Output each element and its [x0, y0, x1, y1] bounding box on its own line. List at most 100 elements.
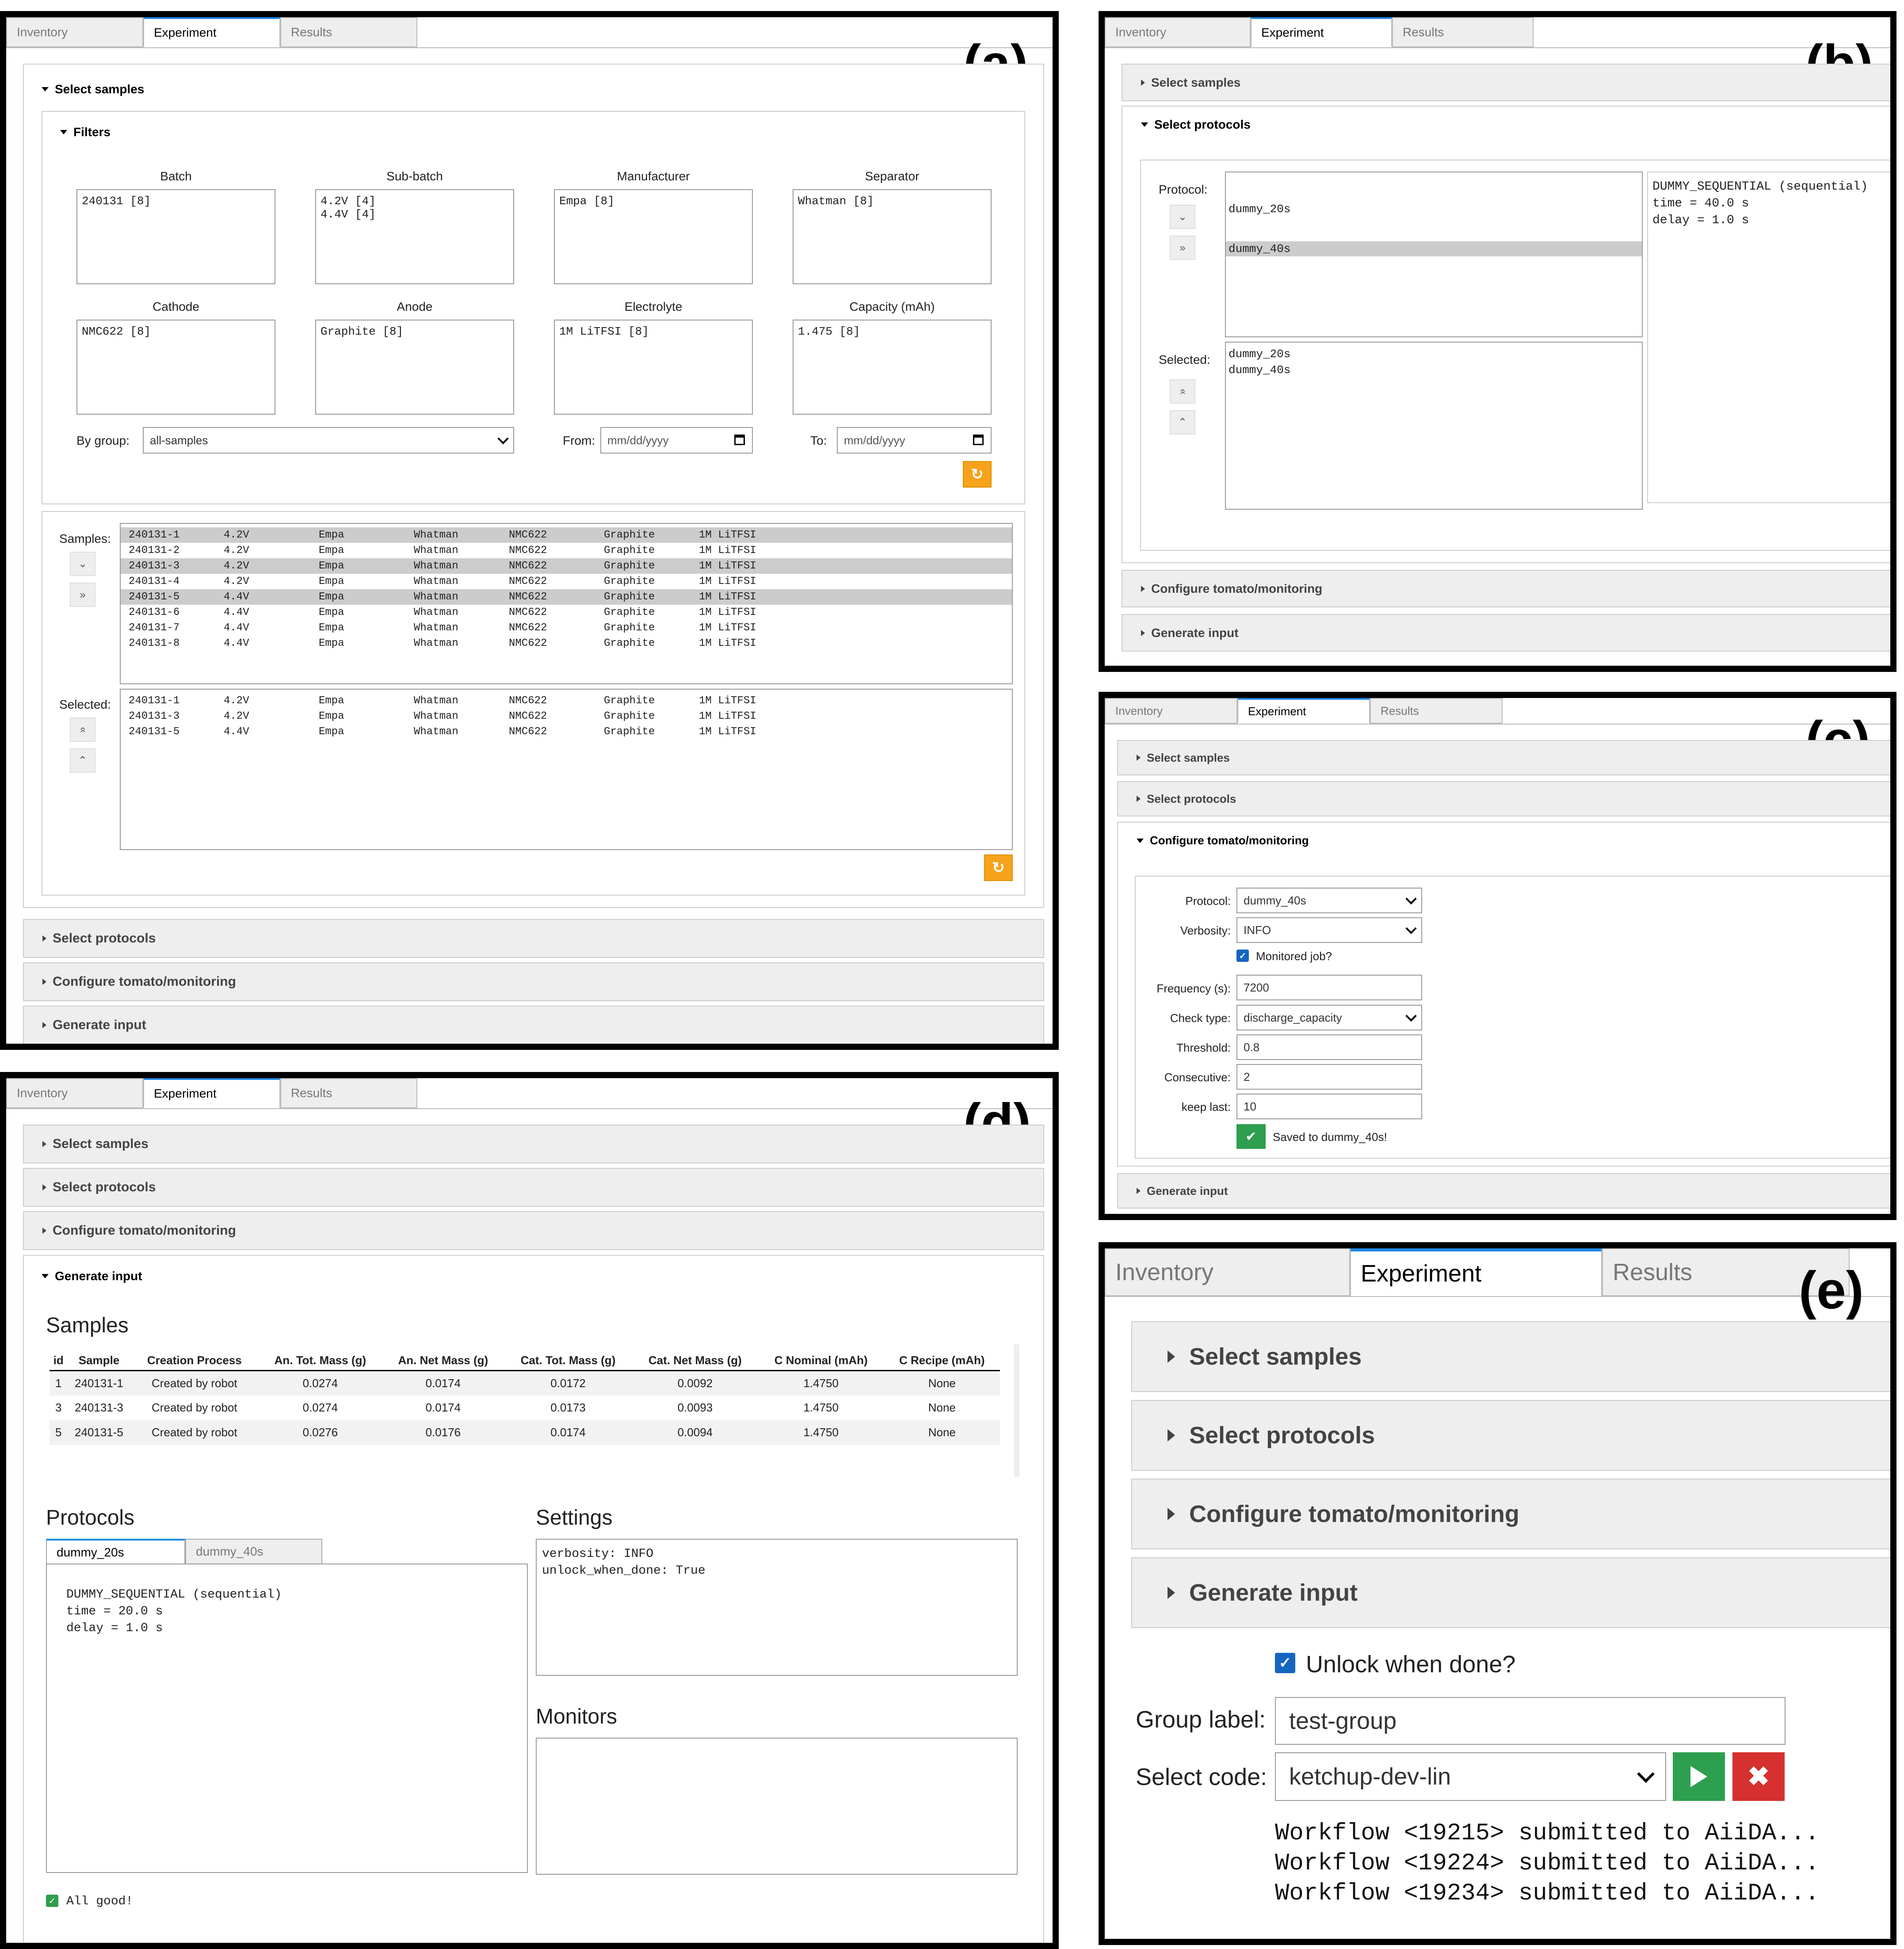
filter-batch-list[interactable]: 240131 [8]	[76, 189, 275, 284]
unlock-checkbox[interactable]: ✓	[1275, 1653, 1295, 1673]
sample-row[interactable]: 240131-6 4.4V Empa Whatman NMC622 Graphite 1M …	[121, 605, 1012, 620]
from-date-input[interactable]: mm/dd/yyyy	[600, 427, 753, 454]
protocol-tab-1[interactable]: dummy_20s	[46, 1539, 185, 1564]
move-down-button[interactable]: ⌄	[1170, 205, 1195, 229]
tab-inventory[interactable]: Inventory	[6, 1078, 143, 1108]
tab-experiment[interactable]: Experiment	[1350, 1248, 1602, 1296]
move-all-down-button[interactable]: »	[70, 583, 95, 607]
tab-experiment[interactable]: Experiment	[1237, 698, 1370, 724]
filter-capacity-list[interactable]: 1.475 [8]	[793, 320, 992, 415]
configure-header[interactable]: Configure tomato/monitoring	[1131, 1479, 1890, 1549]
sample-row[interactable]: 240131-4 4.2V Empa Whatman NMC622 Graphite 1M …	[121, 574, 1012, 589]
calendar-icon[interactable]	[734, 435, 745, 445]
panel-label: (e)	[1799, 1261, 1864, 1320]
configure-header[interactable]: Configure tomato/monitoring	[1137, 834, 1309, 847]
select-samples-header[interactable]: Select samples	[42, 82, 144, 96]
generate-header[interactable]: Generate input	[1122, 614, 1890, 652]
tab-inventory[interactable]: Inventory	[1105, 1248, 1350, 1296]
frequency-input[interactable]: 7200	[1236, 975, 1422, 1000]
selected-protocol-list[interactable]: dummy_20s dummy_40s	[1225, 342, 1643, 510]
refresh-samples-button[interactable]: ↻	[984, 854, 1013, 881]
code-select[interactable]: ketchup-dev-lin	[1275, 1752, 1666, 1801]
move-all-down-button[interactable]: »	[1170, 236, 1195, 260]
by-group-select[interactable]: all-samples	[143, 427, 514, 454]
move-up-button[interactable]: ⌃	[1170, 410, 1195, 435]
tab-experiment[interactable]: Experiment	[143, 1078, 280, 1108]
move-all-up-button[interactable]: »	[70, 717, 95, 742]
generate-header[interactable]: Generate input	[1131, 1557, 1890, 1628]
tab-experiment[interactable]: Experiment	[143, 17, 280, 47]
select-protocols-header[interactable]: Select protocols	[23, 919, 1044, 958]
consecutive-input[interactable]: 2	[1236, 1064, 1422, 1090]
select-samples-header[interactable]: Select samples	[1122, 64, 1890, 101]
sample-row[interactable]: 240131-5 4.4V Empa Whatman NMC622 Graphite 1M …	[121, 589, 1012, 605]
filter-separator-list[interactable]: Whatman [8]	[793, 189, 992, 284]
to-date-input[interactable]: mm/dd/yyyy	[837, 427, 992, 454]
scrollbar[interactable]	[1014, 1344, 1019, 1477]
select-protocols-header[interactable]: Select protocols	[1141, 118, 1251, 132]
configure-header[interactable]: Configure tomato/monitoring	[23, 962, 1044, 1001]
calendar-icon[interactable]	[973, 435, 984, 445]
configure-header[interactable]: Configure tomato/monitoring	[23, 1211, 1044, 1250]
move-up-button[interactable]: ⌃	[70, 748, 95, 773]
verbosity-select[interactable]: INFO	[1236, 917, 1422, 943]
panel-c: Inventory Experiment Results (c) Select …	[1099, 692, 1896, 1220]
sample-row[interactable]: 240131-2 4.2V Empa Whatman NMC622 Graphite 1M …	[121, 543, 1012, 558]
selected-sample-row[interactable]: 240131-5 4.4V Empa Whatman NMC622 Graphite 1M …	[121, 724, 1012, 740]
protocol-list[interactable]: dummy_20s dummy_40s	[1225, 172, 1643, 337]
refresh-filters-button[interactable]: ↻	[963, 461, 992, 488]
sample-row[interactable]: 240131-7 4.4V Empa Whatman NMC622 Graphite 1M …	[121, 620, 1012, 636]
submit-button[interactable]	[1673, 1752, 1725, 1801]
tab-inventory[interactable]: Inventory	[6, 17, 143, 47]
monitored-checkbox[interactable]: ✓	[1236, 950, 1249, 962]
select-samples-header[interactable]: Select samples	[1117, 740, 1890, 775]
tab-experiment[interactable]: Experiment	[1251, 17, 1392, 47]
filter-anode-list[interactable]: Graphite [8]	[315, 320, 514, 415]
cell: 240131-3	[129, 710, 180, 722]
move-all-up-button[interactable]: »	[1170, 379, 1195, 404]
filter-manufacturer-list[interactable]: Empa [8]	[554, 189, 753, 284]
protocol-select[interactable]: dummy_40s	[1236, 888, 1422, 913]
save-button[interactable]: ✔	[1236, 1124, 1266, 1149]
tab-results[interactable]: Results	[280, 17, 417, 47]
sample-row[interactable]: 240131-8 4.4V Empa Whatman NMC622 Graphite 1M …	[121, 636, 1012, 651]
select-samples-header[interactable]: Select samples	[23, 1125, 1044, 1163]
tab-results[interactable]: Results	[1392, 17, 1534, 47]
filter-label-separator: Separator	[865, 169, 920, 183]
selected-sample-row[interactable]: 240131-1 4.2V Empa Whatman NMC622 Graphite 1M …	[121, 693, 1012, 709]
keep-last-input[interactable]: 10	[1236, 1094, 1422, 1119]
selected-sample-row[interactable]: 240131-3 4.2V Empa Whatman NMC622 Graphite 1M …	[121, 709, 1012, 724]
protocol-tab-2[interactable]: dummy_40s	[185, 1539, 322, 1564]
protocol-item-selected[interactable]: dummy_40s	[1226, 241, 1642, 256]
selected-samples-list[interactable]: 240131-1 4.2V Empa Whatman NMC622 Graphite 1M …	[120, 689, 1013, 850]
tab-inventory[interactable]: Inventory	[1105, 698, 1237, 724]
filter-cathode-list[interactable]: NMC622 [8]	[76, 320, 275, 415]
check-type-select[interactable]: discharge_capacity	[1236, 1005, 1422, 1030]
threshold-input[interactable]: 0.8	[1236, 1034, 1422, 1060]
filters-header[interactable]: Filters	[60, 125, 111, 139]
tab-inventory[interactable]: Inventory	[1105, 17, 1251, 47]
protocol-item[interactable]: dummy_20s	[1226, 199, 1642, 216]
tab-results[interactable]: Results	[1370, 698, 1503, 724]
select-protocols-header[interactable]: Select protocols	[1117, 781, 1890, 816]
generate-header[interactable]: Generate input	[23, 1006, 1044, 1044]
sample-row[interactable]: 240131-1 4.2V Empa Whatman NMC622 Graphite 1M …	[121, 527, 1012, 543]
cancel-button[interactable]: ✖	[1732, 1752, 1785, 1801]
check-icon: ✔	[1245, 1129, 1257, 1144]
samples-list[interactable]: 240131-1 4.2V Empa Whatman NMC622 Graphite 1M …	[120, 523, 1013, 684]
filter-electrolyte-list[interactable]: 1M LiTFSI [8]	[554, 320, 753, 415]
table-cell: Created by robot	[130, 1370, 259, 1396]
table-cell: Created by robot	[151, 1401, 237, 1414]
select-samples-header[interactable]: Select samples	[1131, 1321, 1890, 1392]
filter-subbatch-list[interactable]: 4.2V [4] 4.4V [4]	[315, 189, 514, 284]
group-label-input[interactable]: test-group	[1275, 1697, 1786, 1745]
configure-header[interactable]: Configure tomato/monitoring	[1122, 570, 1890, 607]
tab-results[interactable]: Results	[280, 1078, 417, 1108]
filter-label-manufacturer: Manufacturer	[617, 169, 690, 183]
generate-header[interactable]: Generate input	[1117, 1173, 1890, 1209]
move-down-button[interactable]: ⌄	[70, 552, 95, 576]
select-protocols-header[interactable]: Select protocols	[1131, 1400, 1890, 1471]
select-protocols-header[interactable]: Select protocols	[23, 1168, 1044, 1207]
sample-row[interactable]: 240131-3 4.2V Empa Whatman NMC622 Graphite 1M …	[121, 558, 1012, 574]
generate-header[interactable]: Generate input	[42, 1269, 142, 1283]
